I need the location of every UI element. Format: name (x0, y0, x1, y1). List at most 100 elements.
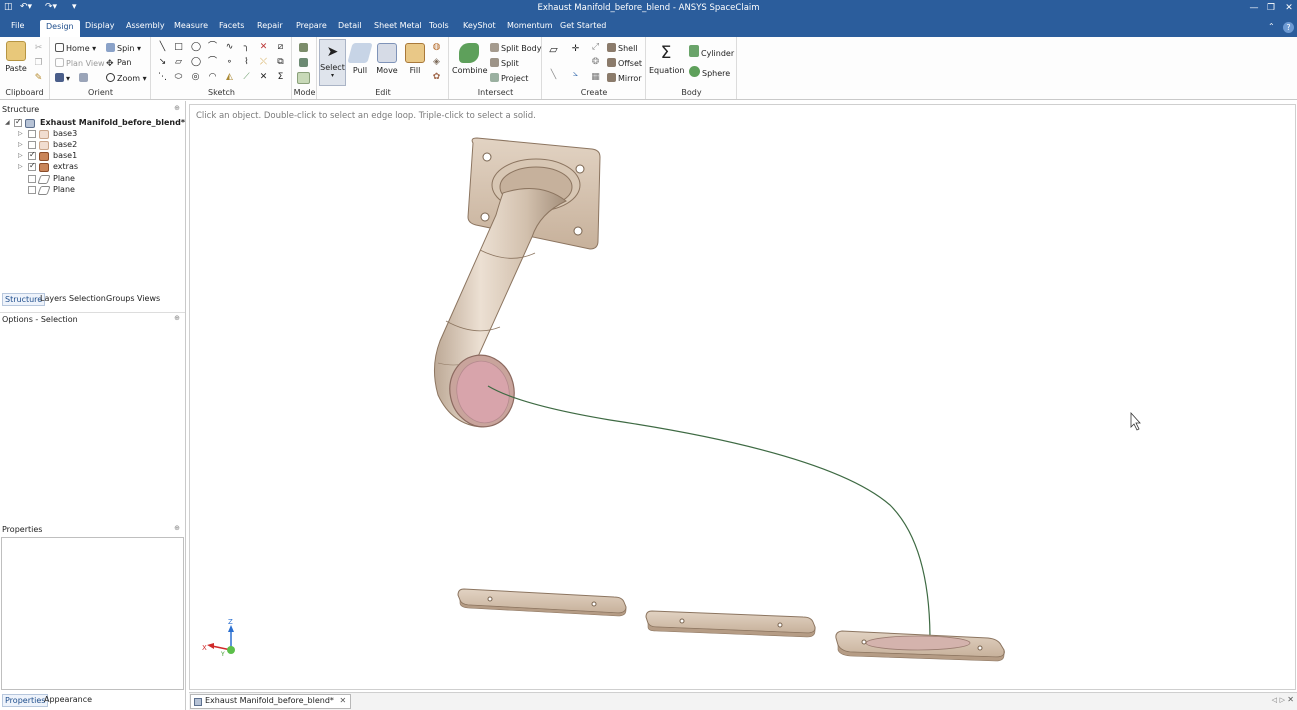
expand-arrow-icon[interactable]: ▷ (18, 152, 23, 159)
circle-icon[interactable]: ◯ (191, 43, 201, 52)
tab-scroll-right-icon[interactable]: ▷ (1280, 696, 1285, 704)
model-canvas[interactable]: Z X Y (190, 105, 1297, 691)
visibility-checkbox[interactable] (28, 141, 36, 149)
tab-sheet-metal[interactable]: Sheet Metal (374, 21, 422, 30)
tab-assembly[interactable]: Assembly (126, 21, 165, 30)
tab-file[interactable]: File (11, 21, 24, 30)
section-mode-icon[interactable] (299, 58, 308, 67)
tab-momentum[interactable]: Momentum (507, 21, 553, 30)
tab-views[interactable]: Views (135, 293, 162, 304)
tab-keyshot[interactable]: KeyShot (463, 21, 496, 30)
pin-icon[interactable]: ⊕ (174, 524, 180, 532)
tangent-arc-icon[interactable]: ◎ (191, 73, 200, 82)
select-button[interactable]: ➤ Select ▾ (319, 39, 346, 86)
visibility-checkbox[interactable] (28, 186, 36, 194)
trim-icon[interactable]: ✕ (259, 43, 268, 52)
origin-icon[interactable]: ✛ (571, 45, 580, 54)
base-plate-left[interactable] (457, 588, 627, 617)
replace-icon[interactable]: ✿ (432, 73, 441, 82)
fill-button[interactable]: Fill (403, 43, 427, 75)
tab-scroll-left-icon[interactable]: ◁ (1272, 696, 1277, 704)
view-cube-button[interactable]: ▾ (55, 73, 90, 83)
visibility-checkbox[interactable] (14, 117, 22, 127)
pull-button[interactable]: Pull (347, 43, 373, 75)
restore-button[interactable]: ❐ (1263, 1, 1279, 15)
tab-tools[interactable]: Tools (429, 21, 449, 30)
visibility-checkbox[interactable] (28, 150, 36, 160)
close-tab-icon[interactable]: ✕ (339, 696, 346, 705)
close-button[interactable]: ✕ (1281, 1, 1297, 15)
three-point-arc-icon[interactable]: ◠ (208, 73, 217, 82)
plane-icon[interactable]: ▱ (549, 44, 558, 55)
tab-repair[interactable]: Repair (257, 21, 283, 30)
scale-icon[interactable]: ⟋ (242, 73, 251, 82)
pan-button[interactable]: ✥ Pan (106, 58, 131, 69)
tab-layers[interactable]: Layers (38, 293, 68, 304)
blend-icon[interactable]: ◍ (432, 43, 441, 52)
coordinate-system-icon[interactable]: ⦣ (571, 70, 580, 79)
expand-arrow-icon[interactable]: ▷ (18, 130, 23, 137)
copy-icon[interactable]: ❐ (34, 59, 43, 68)
polygon-icon[interactable]: ▱ (174, 58, 183, 67)
line-icon[interactable]: ╲ (158, 43, 167, 52)
visibility-checkbox[interactable] (28, 161, 36, 171)
curve-icon[interactable]: ∿ (225, 43, 234, 52)
cylinder-button[interactable]: Cylinder (689, 45, 734, 58)
linear-pattern-icon[interactable]: ▦ (591, 73, 600, 82)
tab-groups[interactable]: Groups (104, 293, 137, 304)
combine-button[interactable]: Combine (452, 43, 488, 75)
bend-icon[interactable]: ◭ (225, 73, 234, 82)
home-button[interactable]: Home ▾ (55, 43, 96, 53)
point-icon[interactable]: ∘ (225, 58, 234, 67)
tab-appearance[interactable]: Appearance (42, 694, 94, 705)
collapse-arrow-icon[interactable]: ◢ (5, 119, 10, 126)
axis-icon[interactable]: ⤢ (591, 43, 600, 52)
move-button[interactable]: Move (374, 43, 400, 75)
visibility-checkbox[interactable] (28, 130, 36, 138)
spin-button[interactable]: Spin ▾ (106, 43, 141, 53)
sketch-mode-icon[interactable] (299, 43, 308, 52)
tab-measure[interactable]: Measure (174, 21, 208, 30)
tab-facets[interactable]: Facets (219, 21, 244, 30)
base-plate-right[interactable] (835, 630, 1005, 662)
mirror-sketch-icon[interactable]: ✕ (259, 73, 268, 82)
sphere-button[interactable]: Sphere (689, 66, 730, 78)
ellipse-icon[interactable]: ⬭ (174, 73, 183, 82)
tab-get-started[interactable]: Get Started (560, 21, 606, 30)
minimize-button[interactable]: — (1246, 1, 1262, 15)
equation-button[interactable]: Σ Equation (649, 43, 684, 75)
sketch-equation-icon[interactable]: Σ (276, 73, 285, 82)
tab-prepare[interactable]: Prepare (296, 21, 327, 30)
shell-button[interactable]: Shell (607, 43, 638, 53)
mirror-button[interactable]: Mirror (607, 73, 642, 83)
three-point-circle-icon[interactable]: ◯ (191, 58, 201, 67)
offset-button[interactable]: Offset (607, 58, 642, 68)
base-plate-middle[interactable] (645, 610, 816, 638)
circular-pattern-icon[interactable]: ❂ (591, 58, 600, 67)
pin-icon[interactable]: ⊕ (174, 314, 180, 322)
construction-line-icon[interactable]: ⧄ (276, 43, 285, 52)
3d-viewport[interactable]: Z X Y (189, 104, 1296, 690)
spline-icon[interactable]: ⋱ (158, 73, 167, 82)
help-icon[interactable]: ? (1283, 22, 1294, 33)
collapse-ribbon-icon[interactable]: ⌃ (1268, 22, 1275, 31)
rectangle-icon[interactable]: □ (174, 43, 183, 52)
sweep-arc-icon[interactable]: ⌒ (208, 58, 217, 67)
split-body-button[interactable]: Split Body (490, 43, 541, 53)
offset-curve-icon[interactable]: ⌇ (242, 58, 251, 67)
properties-grid[interactable] (1, 537, 184, 690)
line-create-icon[interactable]: ╲ (549, 71, 558, 80)
expand-arrow-icon[interactable]: ▷ (18, 141, 23, 148)
tab-design[interactable]: Design (40, 20, 80, 37)
tab-display[interactable]: Display (85, 21, 115, 30)
paste-button[interactable]: Paste (4, 41, 28, 73)
document-tab[interactable]: Exhaust Manifold_before_blend* ✕ (190, 694, 352, 709)
3d-mode-icon[interactable] (297, 72, 310, 84)
close-document-icon[interactable]: ✕ (1287, 695, 1294, 704)
tab-detail[interactable]: Detail (338, 21, 362, 30)
cut-icon[interactable]: ✂ (34, 44, 43, 53)
visibility-checkbox[interactable] (28, 175, 36, 183)
expand-arrow-icon[interactable]: ▷ (18, 163, 23, 170)
split-line-icon[interactable]: ⤬ (259, 58, 268, 67)
project-curve-icon[interactable]: ⧉ (276, 58, 285, 67)
